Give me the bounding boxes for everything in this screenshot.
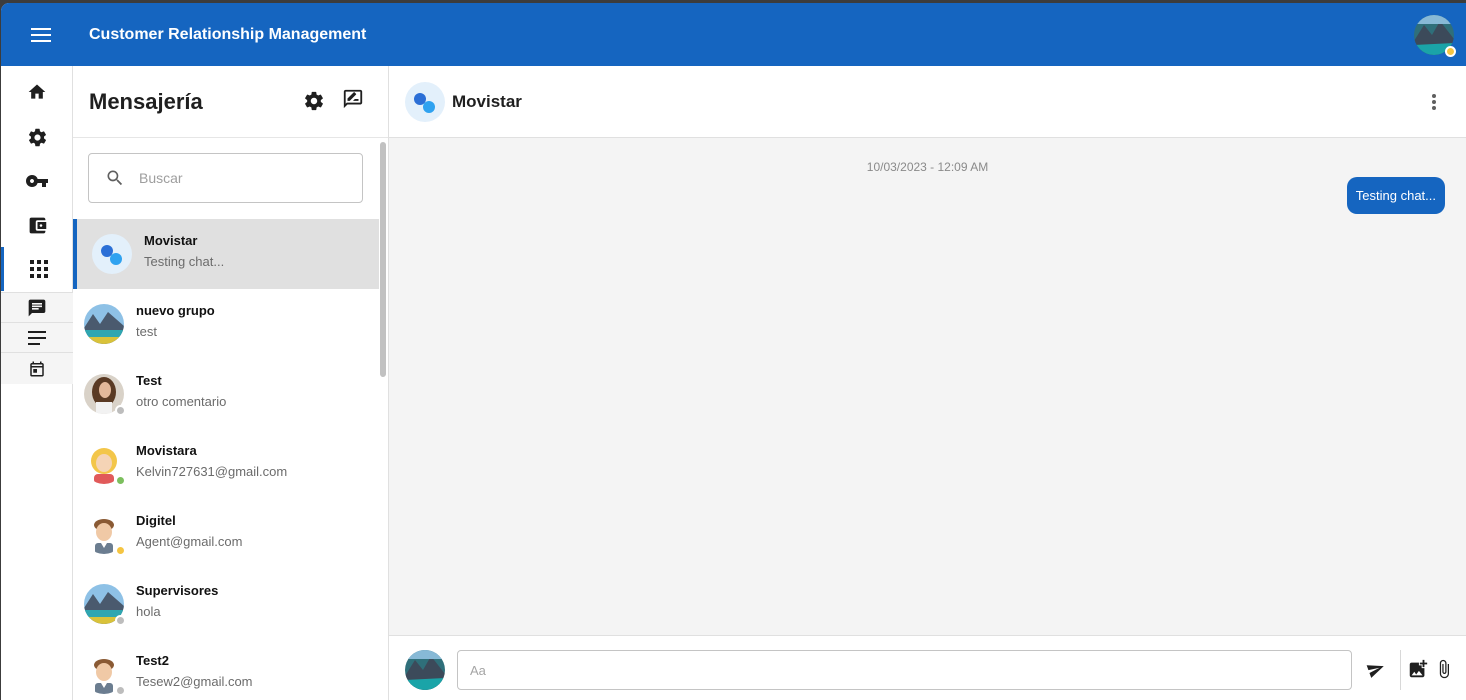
attach-file-button[interactable] bbox=[1431, 656, 1457, 682]
gear-icon bbox=[28, 128, 46, 146]
conversation-item[interactable]: Movistar Testing chat... bbox=[73, 219, 379, 289]
chat-icon bbox=[28, 299, 46, 316]
landscape-avatar bbox=[84, 304, 124, 344]
wallet-icon bbox=[29, 217, 46, 233]
conversations-panel: Mensajería Movistar Testing chat... bbox=[73, 66, 389, 700]
message-date-separator: 10/03/2023 - 12:09 AM bbox=[866, 160, 989, 174]
conversation-name: Movistar bbox=[144, 233, 198, 248]
conversation-item[interactable]: Supervisores hola bbox=[73, 569, 379, 639]
search-input[interactable] bbox=[139, 170, 339, 186]
composer-divider bbox=[1400, 650, 1401, 690]
search-box bbox=[88, 153, 363, 203]
apps-grid-icon bbox=[29, 260, 48, 278]
new-message-button[interactable] bbox=[340, 86, 366, 112]
chat-area: Movistar 10/03/2023 - 12:09 AM Testing c… bbox=[389, 66, 1466, 700]
conversation-name: Test2 bbox=[136, 653, 169, 668]
more-vertical-icon bbox=[1432, 94, 1436, 110]
conversation-name: Movistara bbox=[136, 443, 197, 458]
conversation-preview: test bbox=[136, 324, 157, 339]
panel-header: Mensajería bbox=[73, 66, 388, 138]
woman-photo-avatar bbox=[84, 374, 126, 416]
status-dot bbox=[115, 615, 126, 626]
user-status-dot bbox=[1445, 46, 1456, 57]
conversation-preview: Agent@gmail.com bbox=[136, 534, 243, 549]
user-avatar bbox=[405, 650, 445, 690]
app-title: Customer Relationship Management bbox=[89, 25, 367, 43]
conversation-preview: Testing chat... bbox=[144, 254, 225, 269]
conversation-name: Test bbox=[136, 373, 162, 388]
send-button[interactable] bbox=[1363, 656, 1389, 682]
man-cartoon-avatar bbox=[84, 654, 126, 696]
landscape-avatar bbox=[84, 584, 126, 626]
message-composer bbox=[389, 635, 1466, 700]
nav-home[interactable] bbox=[1, 70, 73, 114]
hamburger-menu-icon bbox=[31, 27, 51, 42]
status-dot bbox=[115, 475, 126, 486]
conversation-preview: Tesew2@gmail.com bbox=[136, 674, 253, 689]
conversation-item[interactable]: Test otro comentario bbox=[73, 359, 379, 429]
chat-options-button[interactable] bbox=[1426, 90, 1442, 114]
nav-wallet[interactable] bbox=[1, 203, 73, 247]
blonde-avatar bbox=[84, 444, 126, 486]
chat-title: Movistar bbox=[452, 92, 522, 111]
nav-apps[interactable] bbox=[1, 247, 73, 291]
add-photo-icon bbox=[1409, 659, 1428, 678]
conversation-item[interactable]: Digitel Agent@gmail.com bbox=[73, 499, 379, 569]
app-window: Customer Relationship Management Mensaje… bbox=[1, 3, 1466, 700]
conversation-item[interactable]: Movistara Kelvin727631@gmail.com bbox=[73, 429, 379, 499]
own-message-bubble: Testing chat... bbox=[1346, 177, 1445, 214]
nav-sub-chat[interactable] bbox=[1, 292, 73, 322]
man-cartoon-avatar bbox=[84, 514, 126, 556]
new-chat-icon bbox=[343, 89, 363, 109]
conversation-name: Supervisores bbox=[136, 583, 219, 598]
status-dot bbox=[115, 405, 126, 416]
nav-keys[interactable] bbox=[1, 159, 73, 203]
conversation-item[interactable]: nuevo grupo test bbox=[73, 289, 379, 359]
nav-sub-calendar[interactable] bbox=[1, 352, 73, 384]
nav-rail bbox=[1, 66, 73, 700]
conversation-item[interactable]: Test2 Tesew2@gmail.com bbox=[73, 639, 379, 700]
chat-header: Movistar bbox=[389, 66, 1466, 138]
conversation-name: Digitel bbox=[136, 513, 176, 528]
home-icon bbox=[28, 84, 46, 99]
conversation-name: nuevo grupo bbox=[136, 303, 215, 318]
chat-settings-button[interactable] bbox=[301, 88, 327, 114]
top-app-bar: Customer Relationship Management bbox=[1, 3, 1466, 66]
search-icon bbox=[107, 170, 123, 186]
key-icon bbox=[26, 175, 48, 187]
conversation-list: Movistar Testing chat... nuevo grupo tes… bbox=[73, 219, 379, 700]
conversation-list-scrollbar[interactable] bbox=[380, 142, 386, 377]
conversation-preview: hola bbox=[136, 604, 161, 619]
calendar-icon bbox=[30, 361, 44, 376]
group-chat-avatar bbox=[405, 82, 445, 122]
status-dot bbox=[115, 685, 126, 696]
hamburger-menu-button[interactable] bbox=[1, 3, 81, 66]
conversation-preview: Kelvin727631@gmail.com bbox=[136, 464, 288, 479]
list-lines-icon bbox=[28, 330, 46, 345]
user-avatar-button[interactable] bbox=[1414, 15, 1456, 57]
group-chat-avatar bbox=[92, 234, 132, 274]
panel-title: Mensajería bbox=[89, 88, 203, 114]
gear-icon bbox=[305, 91, 323, 111]
send-icon bbox=[1366, 665, 1384, 678]
paperclip-icon bbox=[1439, 659, 1449, 679]
add-image-button[interactable] bbox=[1405, 656, 1431, 682]
nav-sub-list[interactable] bbox=[1, 322, 73, 352]
status-dot bbox=[115, 545, 126, 556]
nav-settings[interactable] bbox=[1, 115, 73, 159]
message-input[interactable] bbox=[457, 650, 1352, 690]
conversation-preview: otro comentario bbox=[136, 394, 227, 409]
